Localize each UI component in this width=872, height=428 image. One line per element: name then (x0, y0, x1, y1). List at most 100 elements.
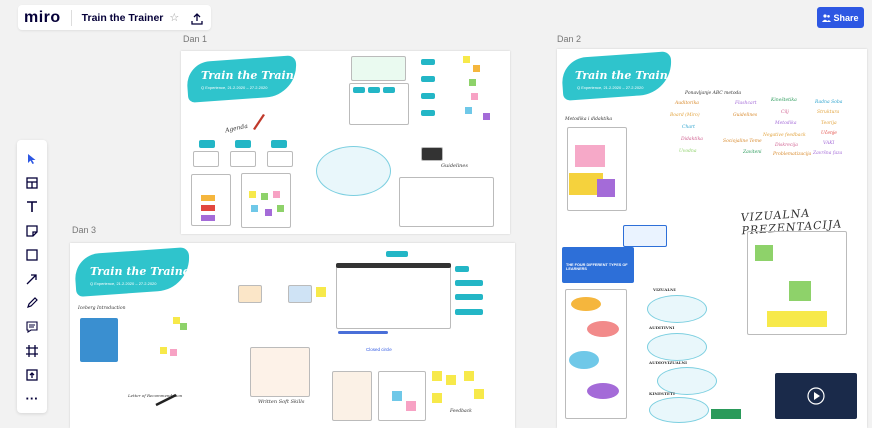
sticky-note (316, 287, 326, 297)
abc-word: Flashcart (735, 101, 757, 106)
abc-word: Uvodna (679, 149, 697, 154)
agenda-heading: Agenda (224, 122, 249, 135)
document-header (336, 263, 451, 268)
abc-word: Učenje (821, 131, 837, 136)
comment-icon[interactable] (22, 317, 42, 336)
metodika-heading: Metodika i didaktika (565, 117, 613, 122)
board-title[interactable]: Train the Trainer (82, 12, 164, 24)
day-card (235, 140, 251, 148)
sticky-note (201, 195, 215, 201)
frame-label-dan3[interactable]: Dan 3 (72, 225, 96, 235)
abc-word: Struktura (817, 110, 840, 115)
sticky-note (432, 393, 442, 403)
abc-word: Diskrecija (775, 143, 798, 148)
callout-label (455, 280, 483, 286)
audiovizualni-label: AUDIOVIZUALNI (649, 360, 688, 365)
auditivni-label: AUDITIVNI (649, 325, 675, 330)
table-header (368, 87, 380, 93)
abc-word: VAKI (823, 141, 835, 146)
frame-title: Train the Trainer (90, 265, 196, 278)
cloud-shape (316, 146, 391, 196)
frame-subtitle: Q Experience, 21.2.2020 – 27.2.2020 (577, 85, 644, 90)
frame-dan3[interactable]: Train the Trainer Q Experience, 21.2.202… (70, 243, 515, 428)
play-icon[interactable] (807, 387, 825, 405)
cloud-shape (647, 295, 707, 323)
infographic-shape (587, 383, 619, 399)
abc-word: Kineštetika (771, 98, 797, 103)
iceberg-image (80, 318, 118, 362)
shape-icon[interactable] (22, 245, 42, 264)
text-icon[interactable] (22, 197, 42, 216)
pen-drawing-icon (155, 393, 177, 407)
callout-label (455, 266, 469, 272)
sticky-note (160, 347, 167, 354)
sticky-note (789, 281, 811, 301)
agenda-card (267, 151, 293, 167)
sticky-note (767, 311, 827, 327)
share-label: Share (833, 12, 859, 23)
abc-word: Završna faza (813, 151, 843, 156)
sticky-note (277, 205, 284, 212)
abc-word: Zaviteni (743, 150, 762, 155)
structure-card (351, 56, 406, 81)
abc-word: Board (Miro) (670, 113, 700, 118)
export-icon[interactable] (191, 12, 203, 25)
sticky-note (265, 209, 272, 216)
notes-card (241, 173, 291, 228)
callout-label (386, 251, 408, 257)
table-header (353, 87, 365, 93)
sticky-note (180, 323, 187, 330)
soft-skills-image (250, 347, 310, 397)
sticky-note (575, 145, 605, 167)
image-thumb (421, 147, 443, 161)
more-icon[interactable]: ··· (22, 389, 42, 408)
document-card (336, 263, 451, 329)
abc-word: Cilj (781, 110, 789, 115)
abc-word: Radna Soba (815, 100, 843, 105)
sticky-note (249, 191, 256, 198)
callout-label (455, 309, 483, 315)
divider (70, 9, 72, 26)
sticky-note (201, 215, 215, 221)
sticky-note-icon[interactable] (22, 221, 42, 240)
guidelines-table (399, 177, 494, 227)
agenda-card (193, 151, 219, 167)
abc-word: Metodika (775, 121, 797, 126)
soft-skills-heading: Written Soft Skills (258, 399, 305, 405)
sketch-card (567, 127, 627, 211)
frame-label-dan1[interactable]: Dan 1 (183, 34, 207, 44)
frame-label-dan2[interactable]: Dan 2 (557, 34, 581, 44)
upload-icon[interactable] (22, 365, 42, 384)
frame-icon[interactable] (22, 341, 42, 360)
cloud-shape (649, 397, 709, 423)
select-icon[interactable] (22, 149, 42, 168)
sticky-note (201, 205, 215, 211)
sticky-note (406, 401, 416, 411)
miro-logo[interactable]: miro (24, 9, 61, 27)
infographic-shape (571, 297, 601, 311)
frame-dan2[interactable]: Train the Trainer Q Experience, 21.2.202… (557, 49, 867, 428)
table-header (383, 87, 395, 93)
sticky-note (464, 371, 474, 381)
frame-dan1[interactable]: Train the Trainer Q Experience, 21.2.202… (181, 51, 510, 234)
cloud-shape (647, 333, 707, 361)
templates-icon[interactable] (22, 173, 42, 192)
callout-label (455, 294, 483, 300)
sticky-note (392, 391, 402, 401)
sticky-note (755, 245, 773, 261)
abc-word: Problematizacija (773, 152, 812, 157)
closed-circle-link[interactable]: Closed circle (366, 347, 392, 352)
connector-icon[interactable] (22, 269, 42, 288)
feedback-sketch (378, 371, 426, 421)
abc-word: Guidelines (733, 113, 758, 118)
share-button[interactable]: Share (817, 7, 864, 28)
frame-subtitle: Q Experience, 21.2.2020 – 27.2.2020 (90, 281, 157, 286)
sticky-note (170, 349, 177, 356)
vizualni-label: VIZUALNI (653, 287, 676, 292)
abc-word: Teorija (821, 121, 837, 126)
star-icon[interactable]: ☆ (169, 11, 179, 24)
day-card (271, 140, 287, 148)
progress-strip (338, 331, 388, 334)
pen-icon[interactable] (22, 293, 42, 312)
learners-title: THE FOUR DIFFERENT TYPES OF LEARNERS (566, 263, 628, 271)
